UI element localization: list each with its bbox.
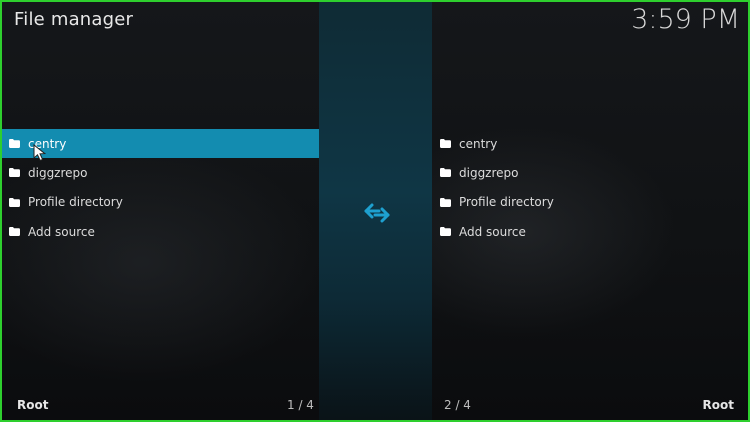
folder-icon [440, 197, 451, 207]
list-item-centry[interactable]: centry [432, 129, 748, 158]
file-manager-window: File manager 3:59 PM centry diggzrepo Pr… [0, 0, 750, 422]
list-item-label: centry [459, 136, 498, 151]
list-item-diggzrepo[interactable]: diggzrepo [432, 158, 748, 187]
right-item-position: 2 / 4 [444, 398, 471, 412]
list-item-label: Profile directory [28, 195, 123, 210]
list-item-diggzrepo[interactable]: diggzrepo [2, 158, 319, 187]
clock: 3:59 PM [631, 4, 740, 35]
list-item-add-source[interactable]: Add source [432, 217, 748, 246]
left-item-position: 1 / 4 [287, 398, 314, 412]
list-item-label: Add source [459, 224, 526, 239]
folder-icon [440, 227, 451, 237]
list-item-add-source[interactable]: Add source [2, 217, 319, 246]
list-item-profile-directory[interactable]: Profile directory [2, 188, 319, 217]
folder-icon [440, 139, 451, 149]
mouse-pointer-icon [33, 144, 47, 162]
folder-icon [9, 139, 20, 149]
list-item-label: Add source [28, 224, 95, 239]
folder-icon [9, 227, 20, 237]
left-footer-root: Root [17, 398, 49, 412]
right-pane: centry diggzrepo Profile directory Add s… [432, 129, 748, 246]
list-item-label: diggzrepo [459, 165, 519, 180]
folder-icon [440, 168, 451, 178]
folder-icon [9, 168, 20, 178]
folder-icon [9, 197, 20, 207]
list-item-label: Profile directory [459, 195, 554, 210]
left-pane: centry diggzrepo Profile directory Add s… [2, 129, 319, 246]
swap-arrows-icon[interactable] [363, 200, 391, 226]
right-footer-root: Root [702, 398, 734, 412]
list-item-centry[interactable]: centry [2, 129, 319, 159]
list-item-profile-directory[interactable]: Profile directory [432, 188, 748, 217]
list-item-label: diggzrepo [28, 165, 88, 180]
page-title: File manager [14, 9, 134, 30]
